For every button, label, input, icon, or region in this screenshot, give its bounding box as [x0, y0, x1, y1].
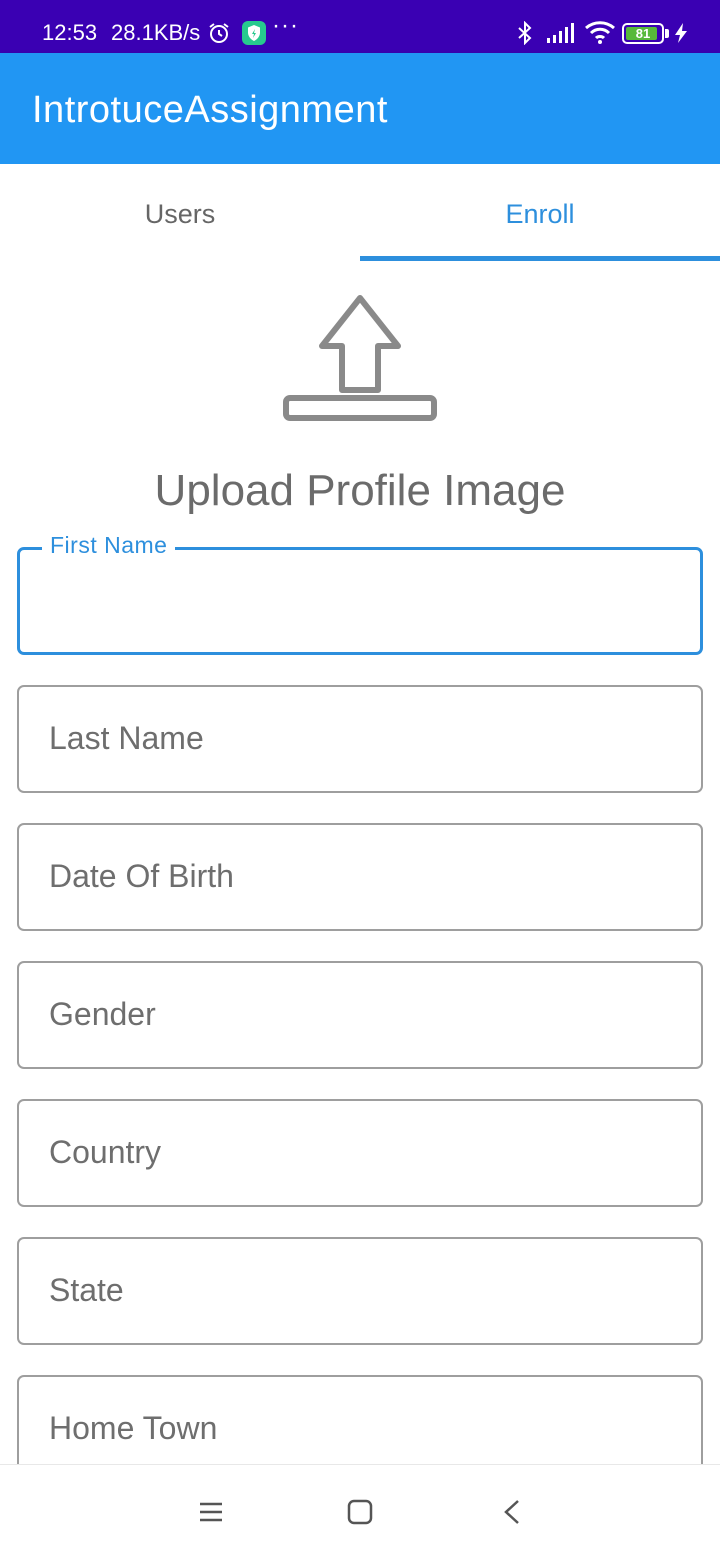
date-of-birth-field[interactable]: Date Of Birth [17, 823, 703, 931]
status-net-speed: 28.1KB/s [111, 20, 201, 45]
app-bar: IntrotuceAssignment [0, 53, 720, 164]
first-name-field[interactable]: First Name [17, 532, 703, 655]
country-field[interactable]: Country [17, 1099, 703, 1207]
home-square-icon[interactable] [347, 1499, 373, 1530]
date-of-birth-placeholder: Date Of Birth [49, 858, 234, 894]
gender-field[interactable]: Gender [17, 961, 703, 1069]
menu-icon[interactable] [198, 1499, 224, 1530]
signal-icon [546, 22, 576, 49]
alarm-icon [207, 21, 231, 50]
tab-users[interactable]: Users [0, 164, 360, 261]
upload-profile-image-label[interactable]: Upload Profile Image [0, 466, 720, 516]
tab-bar: Users Enroll [0, 164, 720, 261]
home-town-placeholder: Home Town [49, 1410, 218, 1446]
upload-icon[interactable] [282, 294, 438, 422]
battery-level: 81 [635, 26, 651, 41]
last-name-placeholder: Last Name [49, 720, 204, 756]
charging-icon [673, 22, 689, 49]
last-name-field[interactable]: Last Name [17, 685, 703, 793]
state-field[interactable]: State [17, 1237, 703, 1345]
state-placeholder: State [49, 1272, 124, 1308]
bluetooth-icon [514, 20, 536, 50]
first-name-input[interactable] [48, 590, 668, 630]
shield-app-icon [242, 21, 266, 45]
battery-tip [665, 29, 669, 38]
more-dots-icon: ··· [272, 12, 299, 39]
tab-indicator [360, 256, 720, 261]
status-time: 12:53 [42, 20, 98, 45]
country-placeholder: Country [49, 1134, 162, 1170]
battery-icon: 81 [622, 23, 664, 44]
back-chevron-icon[interactable] [500, 1499, 526, 1530]
wifi-icon [584, 20, 616, 49]
gender-placeholder: Gender [49, 996, 156, 1032]
first-name-label: First Name [42, 532, 176, 559]
tab-enroll[interactable]: Enroll [360, 164, 720, 261]
status-bar: 12:53 28.1KB/s ··· 81 [0, 0, 720, 53]
system-nav-bar [0, 1464, 720, 1560]
app-title: IntrotuceAssignment [32, 89, 388, 131]
